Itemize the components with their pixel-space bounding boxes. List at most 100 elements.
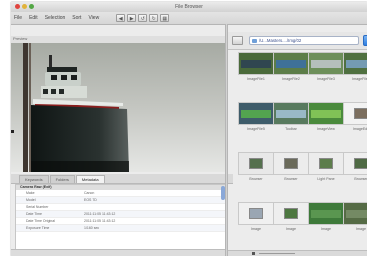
preview-label: Preview bbox=[13, 36, 28, 41]
back-icon[interactable]: ◀ bbox=[116, 14, 126, 22]
zoom-slider-handle[interactable] bbox=[252, 252, 255, 255]
left-status-bar bbox=[11, 249, 225, 256]
tugboat-photo bbox=[11, 43, 225, 172]
tab-keywords[interactable]: Keywords bbox=[19, 175, 49, 183]
pane-splitter[interactable] bbox=[225, 24, 228, 256]
thumbnail-item[interactable]: ImageView bbox=[308, 102, 344, 131]
tab-folders[interactable]: Folders bbox=[49, 175, 75, 183]
forward-icon[interactable]: ▶ bbox=[127, 14, 137, 22]
thumbnail-label: Browser bbox=[249, 177, 263, 181]
thumbnail-content bbox=[241, 109, 271, 118]
thumbnail-label: ImageEdit bbox=[352, 127, 367, 131]
thumbnail-content bbox=[276, 59, 306, 68]
thumbnail-content bbox=[311, 59, 341, 68]
thumbnail-item[interactable]: ImageFile5 bbox=[238, 102, 274, 131]
metadata-row[interactable]: Make Canon bbox=[16, 190, 226, 197]
thumbnail-label: ImageFile3 bbox=[317, 77, 335, 81]
thumbnail-content bbox=[319, 158, 333, 169]
menu-edit[interactable]: Edit bbox=[29, 15, 38, 21]
thumbnail-label: ImageView bbox=[317, 127, 335, 131]
thumbnail-item[interactable]: Image bbox=[343, 202, 367, 231]
menu-file[interactable]: File bbox=[14, 15, 22, 21]
metadata-value: 1/160 sec bbox=[84, 226, 100, 230]
metadata-table: Camera Raw (Exif) Make Canon Model EOS 7D Se… bbox=[15, 184, 227, 250]
thumbnail-item[interactable]: ImageEdit bbox=[343, 102, 367, 131]
folder-button[interactable] bbox=[232, 36, 243, 45]
thumbnail-content bbox=[284, 208, 298, 219]
thumbnail-content bbox=[284, 158, 298, 169]
go-button[interactable] bbox=[363, 35, 367, 46]
path-text: /U...Masters..../Img/02 bbox=[259, 38, 302, 43]
thumbnail-label: Light Pane bbox=[317, 177, 335, 181]
thumbnail-image bbox=[343, 102, 367, 125]
thumbnail-label: Image bbox=[356, 227, 366, 231]
thumbnail-item[interactable]: Image bbox=[238, 202, 274, 231]
thumbnail-content bbox=[249, 208, 263, 219]
metadata-row[interactable]: Exposure Time 1/160 sec bbox=[16, 225, 226, 232]
tab-metadata[interactable]: Metadata bbox=[75, 175, 105, 183]
thumbnail-item[interactable]: Toolbar bbox=[273, 102, 309, 131]
zoom-slider-track[interactable] bbox=[259, 253, 295, 254]
thumbnail-item[interactable]: Browser bbox=[273, 152, 309, 181]
thumbnail-content bbox=[241, 59, 271, 68]
metadata-value bbox=[84, 204, 226, 210]
metadata-value: 2011:11:05 11:43:12 bbox=[84, 219, 116, 223]
metadata-row[interactable]: Date Time 2011:11:05 11:43:12 bbox=[16, 211, 226, 218]
browser-status-bar bbox=[228, 250, 367, 256]
thumbnail-content bbox=[354, 108, 367, 119]
thumbnail-label: ImageFile4 bbox=[352, 77, 367, 81]
thumbnail-image bbox=[343, 152, 367, 175]
metadata-key: Exposure Time bbox=[26, 226, 50, 230]
thumbnail-image bbox=[238, 52, 274, 75]
metadata-value: 2011:11:05 11:43:12 bbox=[84, 212, 116, 216]
thumbnail-image bbox=[238, 152, 274, 175]
menu-view[interactable]: View bbox=[88, 15, 99, 21]
thumbnail-content bbox=[276, 109, 306, 118]
metadata-row[interactable]: Date Time Original 2011:11:05 11:43:12 bbox=[16, 218, 226, 225]
thumbnail-label: Browser bbox=[284, 177, 298, 181]
thumbnail-item[interactable]: Image bbox=[308, 202, 344, 231]
thumbnail-content bbox=[311, 109, 341, 118]
metadata-row[interactable]: Model EOS 7D bbox=[16, 197, 226, 204]
thumbnail-image bbox=[238, 202, 274, 225]
thumbnail-label: Image bbox=[321, 227, 331, 231]
thumbnail-image bbox=[308, 52, 344, 75]
metadata-value: EOS 7D bbox=[84, 198, 97, 202]
rotate-left-icon[interactable]: ↺ bbox=[138, 14, 148, 22]
thumbnail-image bbox=[308, 202, 344, 225]
panel-handle[interactable] bbox=[11, 130, 14, 133]
thumbnail-item[interactable]: ImageFile4 bbox=[343, 52, 367, 81]
thumbnail-item[interactable]: ImageFile2 bbox=[273, 52, 309, 81]
menu-sort[interactable]: Sort bbox=[72, 15, 81, 21]
thumbnail-image bbox=[308, 152, 344, 175]
thumbnail-item[interactable]: Light Pane bbox=[308, 152, 344, 181]
toolbar-buttons: ◀ ▶ ↺ ↻ ▦ bbox=[116, 14, 170, 22]
thumbnail-content bbox=[249, 158, 263, 169]
browser-toolbar: /U...Masters..../Img/02 bbox=[228, 32, 367, 50]
info-tabs: Keywords Folders Metadata bbox=[11, 174, 233, 184]
thumbnail-image bbox=[273, 52, 309, 75]
thumbnail-image bbox=[343, 52, 367, 75]
thumbnail-image bbox=[308, 102, 344, 125]
thumbnail-label: ImageFile5 bbox=[247, 127, 265, 131]
thumbnail-item[interactable]: Image bbox=[273, 202, 309, 231]
thumbnail-content bbox=[346, 209, 367, 218]
thumbnail-label: Image bbox=[286, 227, 296, 231]
preview-image bbox=[11, 43, 225, 172]
rotate-right-icon[interactable]: ↻ bbox=[149, 14, 159, 22]
metadata-row[interactable]: Serial Number bbox=[16, 204, 226, 211]
view-icon[interactable]: ▦ bbox=[160, 14, 170, 22]
menu-selection[interactable]: Selection bbox=[45, 15, 66, 21]
thumbnail-item[interactable]: Browser bbox=[238, 152, 274, 181]
thumbnail-item[interactable]: ImageFile1 bbox=[238, 52, 274, 81]
metadata-key: Date Time Original bbox=[26, 219, 55, 223]
thumbnail-content bbox=[346, 59, 367, 68]
thumbnail-image bbox=[273, 102, 309, 125]
thumbnail-image bbox=[273, 152, 309, 175]
thumbnail-label: ImageFile2 bbox=[282, 77, 300, 81]
thumbnail-item[interactable]: Browser bbox=[343, 152, 367, 181]
metadata-key: Serial Number bbox=[26, 205, 49, 209]
folder-icon bbox=[252, 38, 257, 43]
thumbnail-item[interactable]: ImageFile3 bbox=[308, 52, 344, 81]
path-field[interactable]: /U...Masters..../Img/02 bbox=[249, 36, 359, 45]
